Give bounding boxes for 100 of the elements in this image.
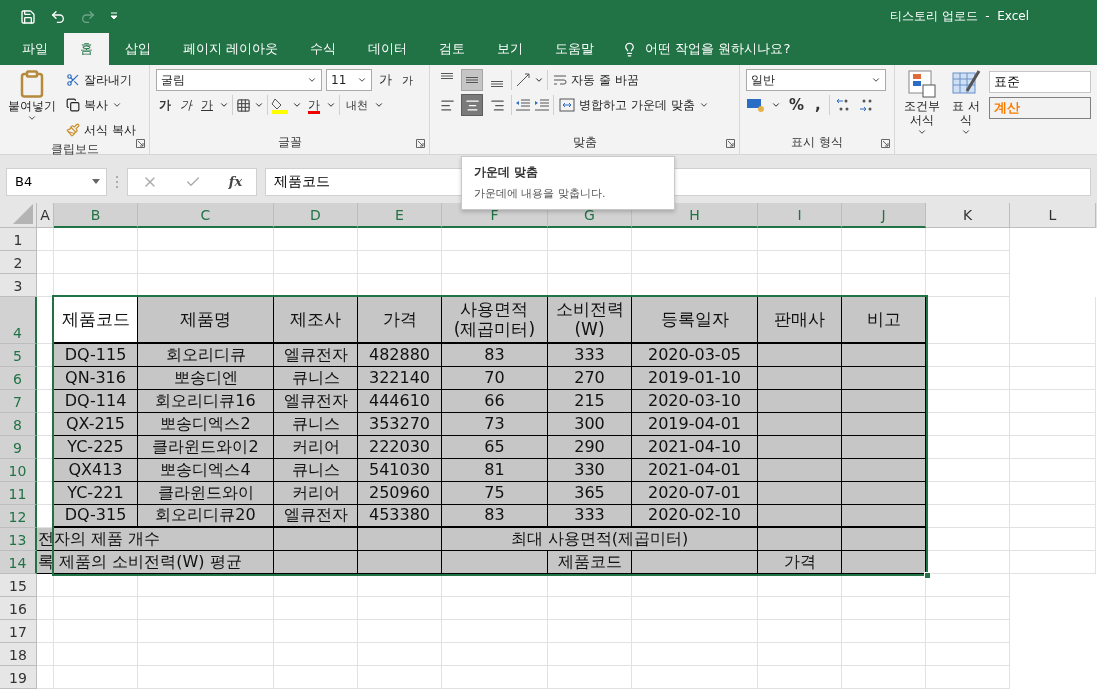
dialog-launcher-icon[interactable] [416,139,425,148]
sheet-cell[interactable] [274,228,358,251]
sheet-cell[interactable] [37,597,54,620]
sheet-cell[interactable] [842,251,926,274]
sheet-cell[interactable] [442,620,548,643]
row-header[interactable]: 3 [0,274,37,297]
row-header[interactable]: 11 [0,482,37,505]
font-name-field[interactable]: 굴림 [156,69,322,91]
sheet-cell[interactable] [548,228,632,251]
sheet-cell[interactable] [758,597,842,620]
font-size-field[interactable]: 11 [326,69,372,91]
sheet-cell[interactable] [632,597,758,620]
row-header[interactable]: 2 [0,251,37,274]
sheet-cell[interactable] [632,643,758,666]
sheet-cell[interactable] [548,666,632,689]
sheet-cell[interactable] [358,251,442,274]
row-header[interactable]: 5 [0,344,37,367]
ribbon-tab[interactable]: 데이터 [352,33,424,65]
sheet-cell[interactable] [358,228,442,251]
sheet-cell[interactable] [442,251,548,274]
sheet-cell[interactable] [442,666,548,689]
customize-icon[interactable] [110,12,118,21]
sheet-cell[interactable] [138,620,274,643]
paste-button[interactable]: 붙여넣기 [6,69,58,141]
sheet-cell[interactable] [758,666,842,689]
sheet-cell[interactable] [37,666,54,689]
comma-button[interactable]: , [812,94,824,116]
column-header[interactable]: J [842,203,926,228]
format-painter-button[interactable]: 서식 복사 [64,119,138,141]
sheet-cell[interactable] [54,251,138,274]
sheet-cell[interactable] [1010,297,1096,344]
column-header[interactable]: C [138,203,274,228]
row-header[interactable]: 4 [0,297,37,344]
column-header[interactable]: K [926,203,1010,228]
dialog-launcher-icon[interactable] [726,139,735,148]
phonetic-button[interactable]: 내천 [343,94,371,116]
column-header[interactable]: B [54,203,138,228]
ribbon-tab[interactable]: 삽입 [109,33,167,65]
row-header[interactable]: 6 [0,367,37,390]
sheet-cell[interactable] [37,274,54,297]
conditional-formatting-button[interactable]: 조건부 서식 [901,69,943,154]
column-header[interactable]: L [1010,203,1096,228]
sheet-cell[interactable] [842,666,926,689]
sheet-cell[interactable] [442,643,548,666]
sheet-cell[interactable] [758,643,842,666]
sheet-cell[interactable] [548,643,632,666]
dialog-launcher-icon[interactable] [881,139,890,148]
column-header[interactable]: A [37,203,54,228]
row-header[interactable]: 15 [0,574,37,597]
sheet-cell[interactable] [548,597,632,620]
sheet-cell[interactable] [842,597,926,620]
ribbon-tab[interactable]: 페이지 레이아웃 [167,33,295,65]
sheet-cell[interactable] [274,620,358,643]
ribbon-tab[interactable]: 수식 [294,33,353,65]
sheet-cell[interactable] [632,251,758,274]
sheet-cell[interactable] [1010,390,1096,413]
sheet-cell[interactable] [138,228,274,251]
sheet-cell[interactable] [548,251,632,274]
sheet-cell[interactable] [632,228,758,251]
sheet-cell[interactable] [548,620,632,643]
cell-style[interactable]: 표준 [989,71,1091,93]
ribbon-tab[interactable]: 홈 [64,33,109,65]
sheet-cell[interactable] [358,597,442,620]
orientation-icon[interactable] [515,72,531,88]
sheet-cell[interactable] [274,666,358,689]
sheet-cell[interactable] [1010,367,1096,390]
border-icon[interactable] [236,97,251,113]
cut-button[interactable]: 잘라내기 [64,69,138,91]
grow-font-button[interactable]: 가 [376,69,395,91]
sheet-cell[interactable] [842,643,926,666]
sheet-cell[interactable] [1010,482,1096,505]
sheet-cell[interactable] [926,597,1010,620]
row-header[interactable]: 12 [0,505,37,528]
sheet-cell[interactable] [926,251,1010,274]
italic-button[interactable]: 가 [177,94,195,116]
sheet-cell[interactable] [926,666,1010,689]
undo-icon[interactable] [50,8,66,25]
shrink-font-button[interactable]: 가 [399,69,416,91]
sheet-cell[interactable] [632,666,758,689]
sheet-cell[interactable] [1010,344,1096,367]
row-header[interactable]: 8 [0,413,37,436]
row-header[interactable]: 13 [0,528,37,551]
sheet-cell[interactable] [632,620,758,643]
sheet-cell[interactable] [1010,436,1096,459]
fill-handle[interactable] [924,572,931,579]
ribbon-tab[interactable]: 검토 [423,33,482,65]
sheet-cell[interactable] [926,228,1010,251]
sheet-cell[interactable] [1010,413,1096,436]
ribbon-tab[interactable]: 파일 [6,33,64,65]
wrap-text-button[interactable]: 자동 줄 바꿈 [551,69,641,91]
sheet-cell[interactable] [138,643,274,666]
sheet-cell[interactable] [37,620,54,643]
sheet-cell[interactable] [138,251,274,274]
sheet-cell[interactable] [138,666,274,689]
column-header[interactable]: E [358,203,442,228]
sheet-cell[interactable] [758,620,842,643]
sheet-cell[interactable] [54,643,138,666]
row-header[interactable]: 14 [0,551,37,574]
insert-function-button[interactable]: fx [228,174,243,189]
sheet-cell[interactable] [842,228,926,251]
